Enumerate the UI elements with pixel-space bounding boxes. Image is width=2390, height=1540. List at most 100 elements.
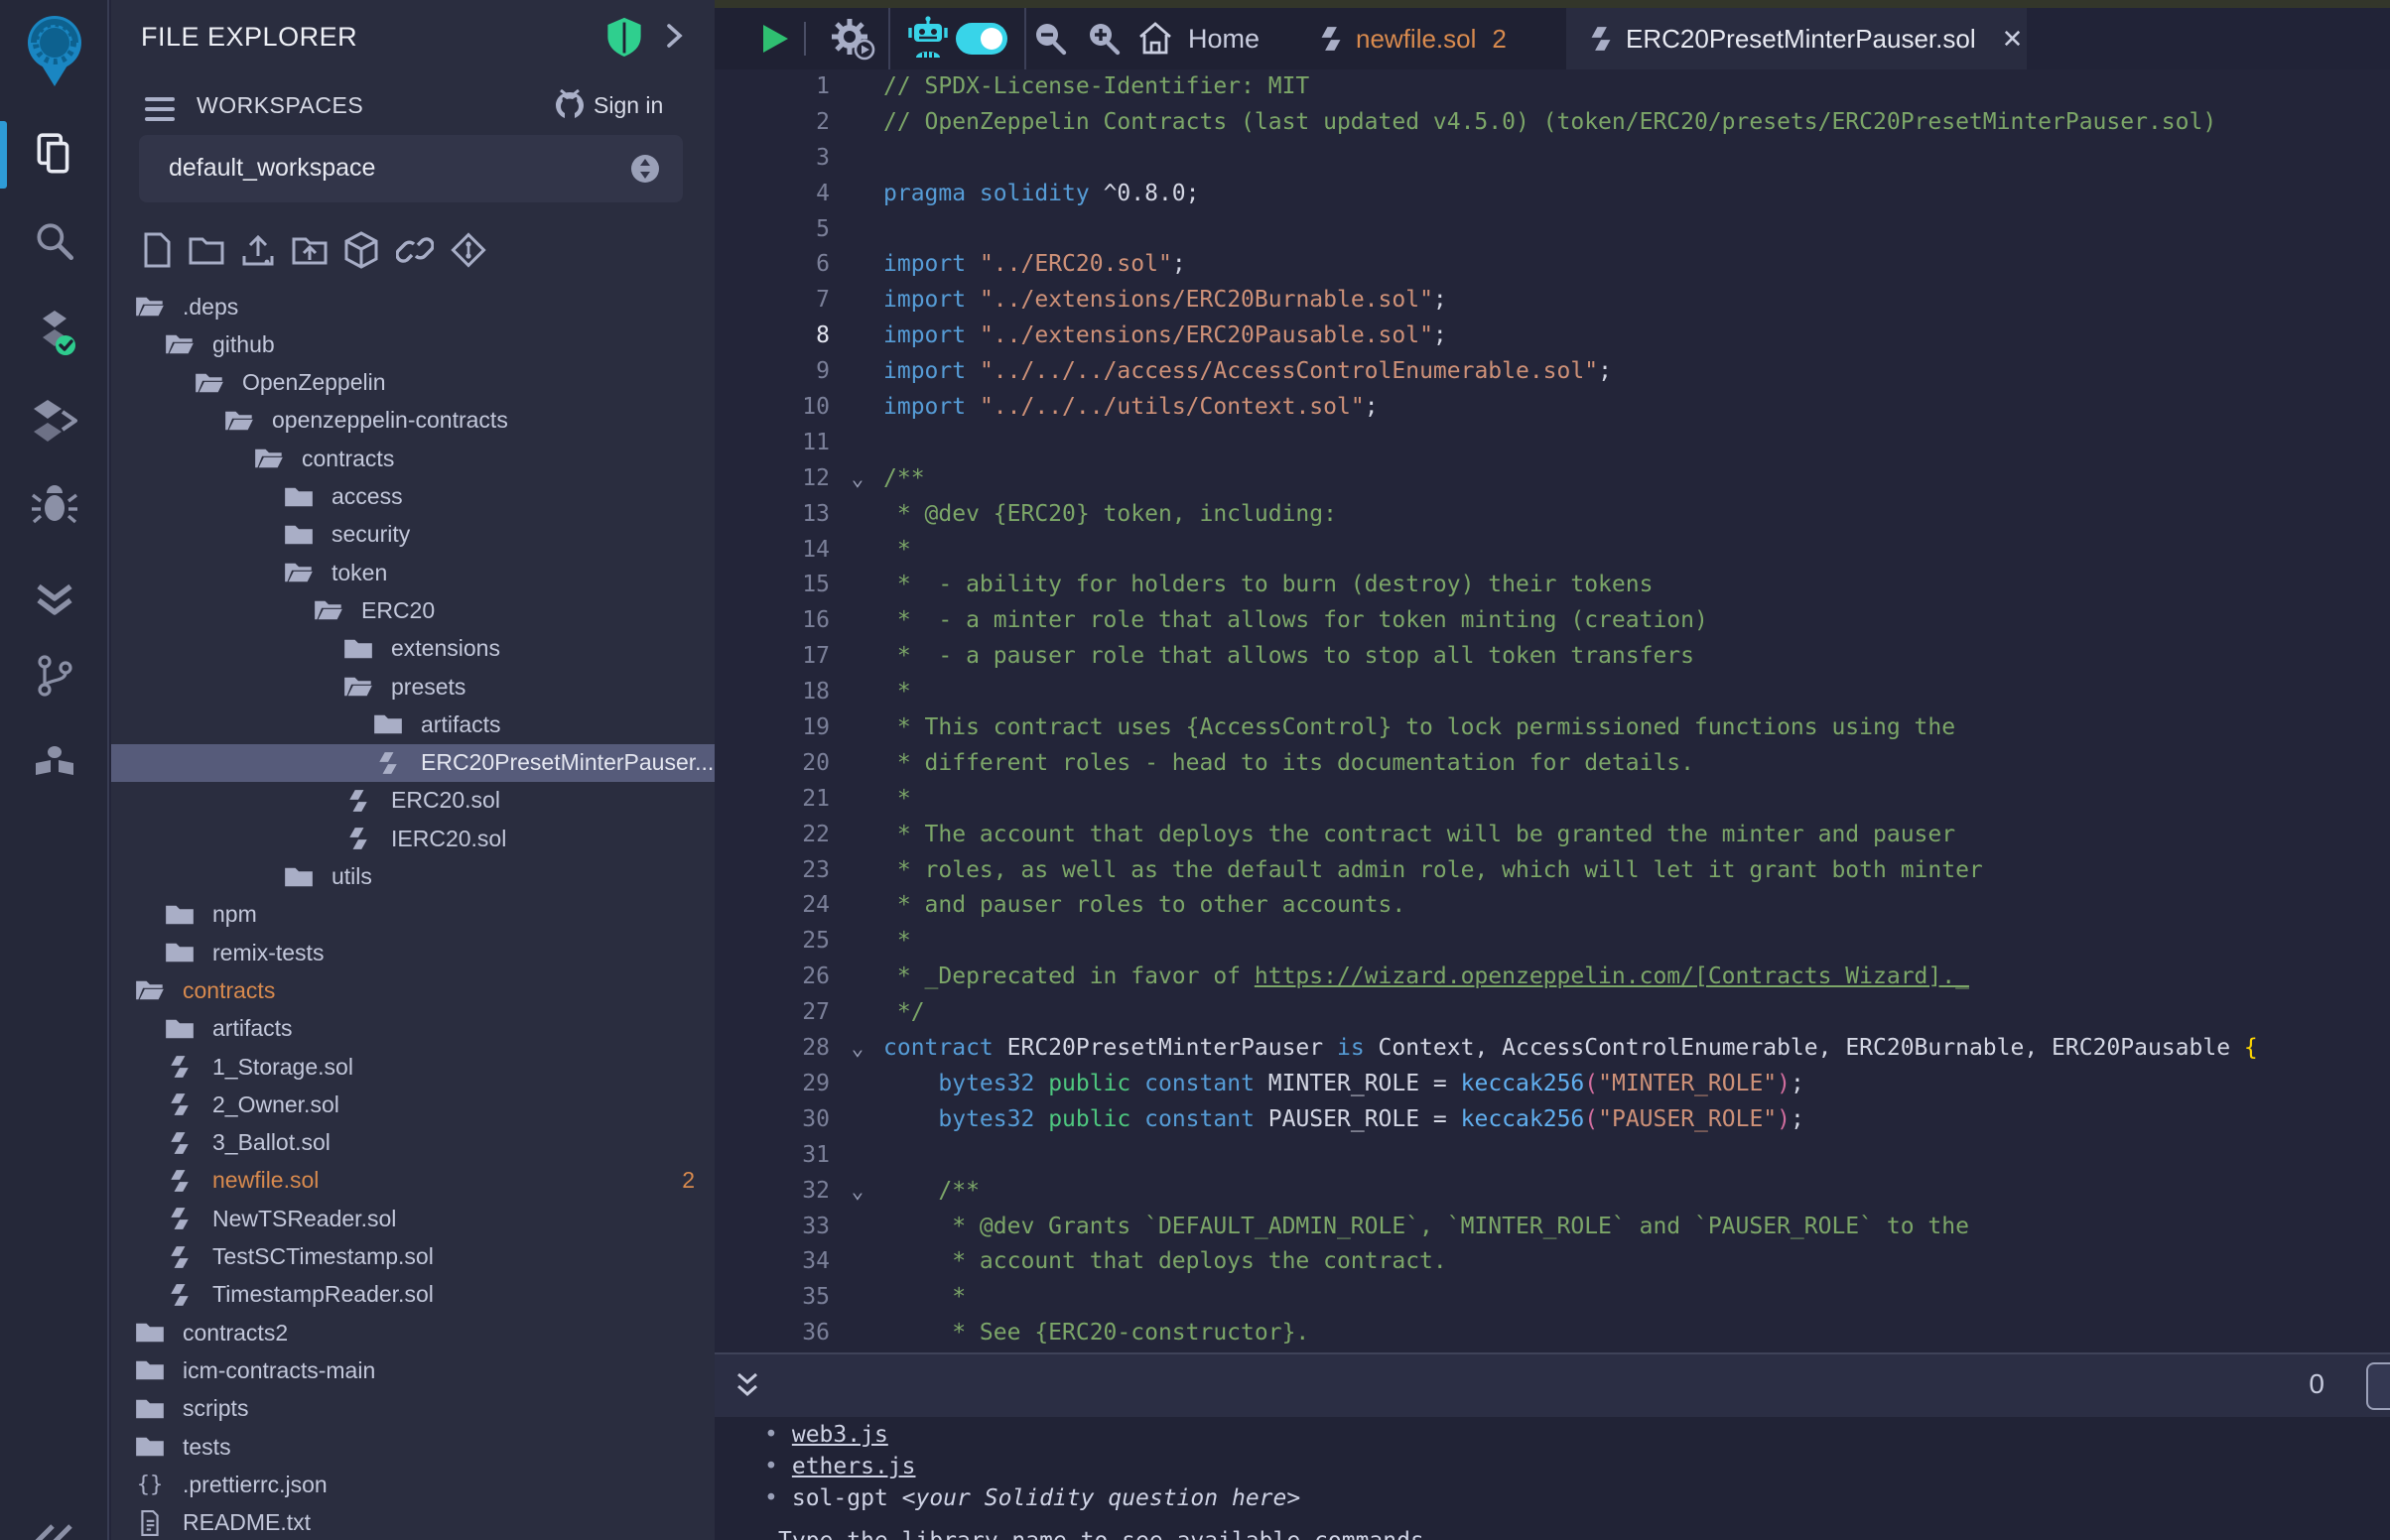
tree-item-security[interactable]: security [111,516,715,554]
folder-icon [341,674,375,700]
folder-icon [163,331,197,357]
remix-logo-icon[interactable] [0,6,109,93]
tree-item-testsctimestamp-sol[interactable]: TestSCTimestamp.sol [111,1238,715,1276]
upload-file-icon[interactable] [238,230,278,270]
close-tab-icon[interactable]: ✕ [2002,24,2024,55]
file-explorer-panel: FILE EXPLORER WORKSPACES [111,0,715,1540]
tree-item-label: TimestampReader.sol [212,1281,434,1308]
tree-item-label: openzeppelin-contracts [272,407,508,434]
folder-icon [282,484,316,510]
tree-item-access[interactable]: access [111,478,715,516]
tree-item-remix-tests[interactable]: remix-tests [111,934,715,971]
tree-item-label: IERC20.sol [391,826,506,852]
line-number: 9 [715,354,830,390]
code-line-21: 21 * [715,782,2390,818]
tree-item-artifacts[interactable]: artifacts [111,706,715,743]
code-line-8: 8import "../extensions/ERC20Pausable.sol… [715,319,2390,354]
tree-item-openzeppelin[interactable]: OpenZeppelin [111,364,715,402]
tree-item-newfile-sol[interactable]: newfile.sol2 [111,1162,715,1200]
tree-item-tests[interactable]: tests [111,1428,715,1466]
tab-label: newfile.sol [1356,24,1476,55]
search-icon[interactable] [0,206,109,276]
tree-item-3-ballot-sol[interactable]: 3_Ballot.sol [111,1124,715,1162]
code-text: bytes32 public constant MINTER_ROLE = ke… [883,1067,1804,1102]
zoom-in-icon[interactable] [1084,8,1124,69]
debugger-bug-icon[interactable] [0,470,109,540]
tree-item-contracts[interactable]: contracts [111,971,715,1009]
tree-item-erc20presetminterpauser-[interactable]: ERC20PresetMinterPauser... [111,744,715,782]
tree-item-2-owner-sol[interactable]: 2_Owner.sol [111,1086,715,1123]
static-analysis-icon[interactable] [0,564,109,633]
editor-column: Home newfile.sol 2 ERC20PresetMinterPaus… [715,0,2390,1540]
expand-terminal-icon[interactable] [730,1368,764,1404]
tab-newfile-sol[interactable]: newfile.sol 2 [1320,8,1507,69]
tab-home[interactable]: Home [1136,8,1260,69]
terminal-output: •web3.js•ethers.js•sol-gpt <your Solidit… [715,1417,2390,1540]
tree-item-openzeppelin-contracts[interactable]: openzeppelin-contracts [111,402,715,440]
tree-item-scripts[interactable]: scripts [111,1390,715,1428]
chevron-right-icon[interactable] [659,18,689,54]
tree-item-icm-contracts-main[interactable]: icm-contracts-main [111,1351,715,1389]
tree-item--prettierrc-json[interactable]: {}.prettierrc.json [111,1466,715,1503]
code-text: import "../../../access/AccessControlEnu… [883,354,1612,390]
workspace-select[interactable]: default_workspace [139,135,683,202]
fold-toggle-icon[interactable]: ⌄ [842,461,873,497]
code-line-16: 16 * - a minter role that allows for tok… [715,603,2390,639]
tree-item-contracts[interactable]: contracts [111,440,715,477]
code-editor[interactable]: 1// SPDX-License-Identifier: MIT2// Open… [715,69,2390,1352]
home-icon [1136,20,1174,58]
zoom-out-icon[interactable] [1030,8,1070,69]
solidity-compiler-icon[interactable] [0,299,109,368]
tree-item-label: github [212,331,275,358]
hamburger-menu-icon[interactable] [143,95,177,123]
fold-toggle-icon[interactable]: ⌄ [842,1174,873,1210]
deploy-and-run-icon[interactable] [0,385,109,454]
terminal-search-box[interactable] [2366,1362,2390,1410]
tree-item-artifacts[interactable]: artifacts [111,1010,715,1048]
git-branch-icon[interactable] [0,641,109,710]
upload-folder-icon[interactable] [290,230,330,270]
tabbar-empty-area [2027,8,2390,69]
tree-item-newtsreader-sol[interactable]: NewTSReader.sol [111,1200,715,1237]
code-line-15: 15 * - ability for holders to burn (dest… [715,568,2390,603]
tree-item-erc20-sol[interactable]: ERC20.sol [111,782,715,820]
fold-toggle-icon[interactable]: ⌄ [842,1031,873,1067]
code-line-26: 26 * _Deprecated in favor of https://wiz… [715,960,2390,995]
tree-item-utils[interactable]: utils [111,858,715,896]
tree-item-token[interactable]: token [111,554,715,591]
tree-item-presets[interactable]: presets [111,668,715,706]
ai-robot-icon[interactable] [906,8,950,69]
explorer-toolbar [111,226,715,274]
ipfs-box-icon[interactable] [341,230,381,270]
tree-item-1-storage-sol[interactable]: 1_Storage.sol [111,1048,715,1086]
ai-toggle-switch[interactable] [955,8,1008,69]
run-script-button[interactable] [759,8,791,69]
tree-item-ierc20-sol[interactable]: IERC20.sol [111,820,715,857]
tree-item-github[interactable]: github [111,325,715,363]
line-number: 19 [715,710,830,746]
new-folder-icon[interactable] [187,230,226,270]
tree-item-extensions[interactable]: extensions [111,630,715,668]
script-config-gear-icon[interactable] [830,8,875,69]
tree-item-npm[interactable]: npm [111,896,715,934]
tree-item-contracts2[interactable]: contracts2 [111,1314,715,1351]
plugin-manager-icon[interactable] [0,726,109,796]
tree-item-readme-txt[interactable]: README.txt [111,1504,715,1540]
link-icon[interactable] [395,230,435,270]
code-line-17: 17 * - a pauser role that allows to stop… [715,639,2390,675]
terminal-library-link[interactable]: ethers.js [792,1454,916,1479]
new-file-icon[interactable] [137,230,177,270]
code-line-33: 33 * @dev Grants `DEFAULT_ADMIN_ROLE`, `… [715,1210,2390,1245]
terminal-library-link[interactable]: web3.js [792,1422,888,1448]
tree-item-erc20[interactable]: ERC20 [111,591,715,629]
tree-item-label: OpenZeppelin [242,369,386,396]
code-text: * and pauser roles to other accounts. [883,888,1405,924]
clone-git-icon[interactable] [449,230,488,270]
sign-in-button[interactable]: Sign in [594,92,663,119]
file-explorer-icon[interactable] [0,119,109,189]
tree-item--deps[interactable]: .deps [111,288,715,325]
collapse-sidebar-icon[interactable] [0,1512,109,1540]
tree-item-timestampreader-sol[interactable]: TimestampReader.sol [111,1276,715,1314]
tab-erc20presetminterpauser-sol[interactable]: ERC20PresetMinterPauser.sol ✕ [1566,8,2027,69]
toolbar-divider [804,22,806,56]
